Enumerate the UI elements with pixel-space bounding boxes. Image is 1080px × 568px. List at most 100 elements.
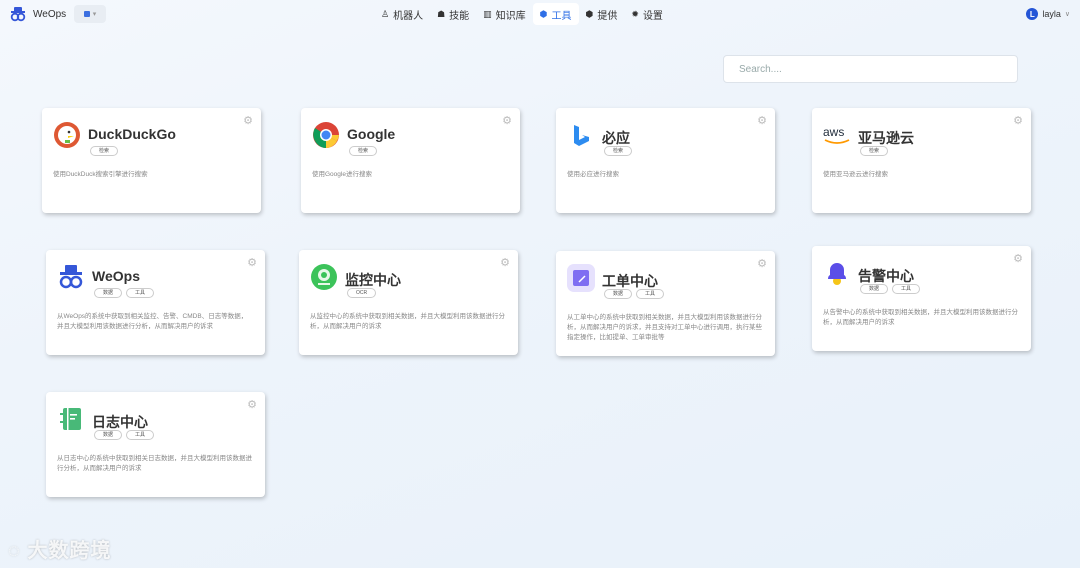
tool-description: 从日志中心的系统中获取到相关日志数据，并且大模型利用该数据进行分析，从而解决用户… — [57, 455, 252, 472]
monitor-icon — [309, 262, 339, 292]
tool-description: 使用Google进行搜索 — [312, 171, 372, 178]
tag-badge: 工具 — [126, 288, 155, 298]
tool-name: 亚马逊云 — [858, 130, 914, 146]
tag-badge: 工具 — [636, 289, 665, 299]
tool-description: 从告警中心的系统中获取到相关数据，并且大模型利用该数据进行分析，从而解决用户的诉… — [823, 309, 1018, 326]
nav-label: 设置 — [642, 10, 663, 22]
tag-list: OCR — [347, 288, 377, 298]
ticket-icon — [566, 263, 596, 293]
gear-icon[interactable]: ⚙ — [1013, 114, 1023, 127]
tool-name: 告警中心 — [858, 268, 914, 284]
tag-badge: 检索 — [90, 146, 119, 156]
nav-label: 知识库 — [495, 10, 526, 22]
tag-list: 数据 工具 — [604, 289, 665, 299]
grid-icon — [83, 11, 90, 17]
tag-badge: OCR — [347, 288, 377, 298]
tag-badge: 工具 — [126, 430, 155, 440]
google-chrome-icon — [311, 120, 341, 150]
nav-label: 提供 — [597, 10, 618, 22]
gear-icon[interactable]: ⚙ — [247, 398, 257, 411]
weops-logo-icon — [10, 7, 26, 22]
svg-text:aws: aws — [823, 125, 844, 139]
nav-item-0[interactable]: ♙ 机器人 — [374, 3, 430, 25]
gear-icon[interactable]: ⚙ — [500, 256, 510, 269]
tool-description: 从监控中心的系统中获取到相关数据，并且大模型利用该数据进行分析，从而解决用户的诉… — [310, 313, 505, 330]
tool-name: DuckDuckGo — [88, 126, 176, 142]
robot-icon: ♙ — [381, 8, 390, 19]
gear-icon[interactable]: ⚙ — [502, 114, 512, 127]
tag-badge: 检索 — [604, 146, 633, 156]
nav-label: 机器人 — [393, 10, 424, 22]
tool-name: WeOps — [92, 268, 140, 284]
search-input[interactable] — [723, 55, 1018, 83]
tool-card[interactable]: ⚙ 工单中心 数据 工具 从工单中心的系统中获取到相关数据，并且大模型利用该数据进… — [556, 251, 775, 356]
tag-list: 检索 — [604, 146, 633, 156]
tag-list: 数据 工具 — [94, 288, 155, 298]
tool-icon: ⬢ — [539, 8, 548, 19]
watermark-logo: ◌ 大数跨境 — [8, 540, 112, 562]
tag-list: 数据 工具 — [860, 284, 921, 294]
top-bar: WeOps ▾ ♙ 机器人 ☗ 技能 ▥ 知识库 ⬢ 工具 ⬢ 提供 ✹ 设置 L layla ∨ — [0, 0, 1080, 30]
nav-item-3[interactable]: ⬢ 工具 — [532, 3, 579, 25]
tag-badge: 数据 — [860, 284, 889, 294]
nav-label: 工具 — [551, 10, 572, 22]
app-switcher[interactable]: ▾ — [74, 5, 106, 23]
tag-list: 检索 — [349, 146, 378, 156]
app-title: WeOps — [33, 8, 67, 20]
tool-description: 从工单中心的系统中获取到相关数据，并且大模型利用该数据进行分析，从而解决用户的诉… — [567, 314, 762, 341]
tag-list: 检索 — [860, 146, 889, 156]
gear-icon[interactable]: ⚙ — [247, 256, 257, 269]
weops-icon — [56, 262, 86, 292]
settings-icon: ✹ — [631, 8, 639, 19]
tag-list: 检索 — [90, 146, 119, 156]
skill-icon: ☗ — [437, 8, 446, 19]
tool-name: 必应 — [602, 130, 630, 146]
nav-item-4[interactable]: ⬢ 提供 — [579, 3, 625, 25]
tool-card[interactable]: ⚙ DuckDuckGo 检索 使用DuckDuck搜索引擎进行搜索 — [42, 108, 261, 213]
nav-item-1[interactable]: ☗ 技能 — [430, 3, 476, 25]
app-logo[interactable]: WeOps — [10, 6, 66, 22]
aws-icon: aws — [822, 120, 852, 150]
nav-label: 技能 — [449, 10, 470, 22]
tag-badge: 数据 — [94, 430, 123, 440]
duckduckgo-icon — [52, 120, 82, 150]
tool-description: 使用DuckDuck搜索引擎进行搜索 — [53, 171, 148, 178]
user-name: layla — [1042, 9, 1061, 19]
tool-card[interactable]: ⚙ 监控中心 OCR 从监控中心的系统中获取到相关数据，并且大模型利用该数据进行… — [299, 250, 518, 355]
tag-badge: 检索 — [349, 146, 378, 156]
knowledge-icon: ▥ — [483, 8, 492, 19]
tag-badge: 检索 — [860, 146, 889, 156]
tool-description: 使用亚马逊云进行搜索 — [823, 171, 888, 178]
log-icon — [56, 404, 86, 434]
chevron-down-icon: ∨ — [1064, 11, 1070, 18]
tag-badge: 数据 — [94, 288, 123, 298]
tool-name: Google — [347, 126, 396, 142]
bell-icon — [822, 258, 852, 288]
tag-badge: 工具 — [892, 284, 921, 294]
gear-icon[interactable]: ⚙ — [1013, 252, 1023, 265]
gear-icon[interactable]: ⚙ — [243, 114, 253, 127]
gear-icon[interactable]: ⚙ — [757, 257, 767, 270]
nav-item-2[interactable]: ▥ 知识库 — [476, 3, 533, 25]
tag-list: 数据 工具 — [94, 430, 155, 440]
tool-card[interactable]: ⚙ Google 检索 使用Google进行搜索 — [301, 108, 520, 213]
tool-card[interactable]: ⚙ WeOps 数据 工具 从WeOps的系统中获取到相关监控、告警、CMDB、日… — [46, 250, 265, 355]
tool-card[interactable]: ⚙ 必应 检索 使用必应进行搜索 — [556, 108, 775, 213]
gear-icon[interactable]: ⚙ — [757, 114, 767, 127]
tag-badge: 数据 — [604, 289, 633, 299]
tool-card[interactable]: ⚙ 日志中心 数据 工具 从日志中心的系统中获取到相关日志数据，并且大模型利用该数… — [46, 392, 265, 497]
tool-name: 日志中心 — [92, 414, 148, 430]
bing-icon — [566, 120, 596, 150]
tool-card[interactable]: ⚙ 告警中心 数据 工具 从告警中心的系统中获取到相关数据，并且大模型利用该数据进… — [812, 246, 1031, 351]
tool-description: 使用必应进行搜索 — [567, 171, 619, 178]
provider-icon: ⬢ — [585, 8, 594, 19]
tool-name: 工单中心 — [602, 273, 658, 289]
chevron-down-icon: ▾ — [92, 11, 97, 18]
tool-description: 从WeOps的系统中获取到相关监控、告警、CMDB、日志等数据，并且大模型利用该… — [57, 313, 248, 330]
avatar: L — [1026, 8, 1039, 20]
main-nav: ♙ 机器人 ☗ 技能 ▥ 知识库 ⬢ 工具 ⬢ 提供 ✹ 设置 — [374, 3, 670, 25]
tool-card[interactable]: ⚙ aws 亚马逊云 检索 使用亚马逊云进行搜索 — [812, 108, 1031, 213]
tool-name: 监控中心 — [345, 272, 401, 288]
nav-item-5[interactable]: ✹ 设置 — [624, 3, 670, 25]
user-menu[interactable]: L layla ∨ — [1026, 8, 1070, 20]
